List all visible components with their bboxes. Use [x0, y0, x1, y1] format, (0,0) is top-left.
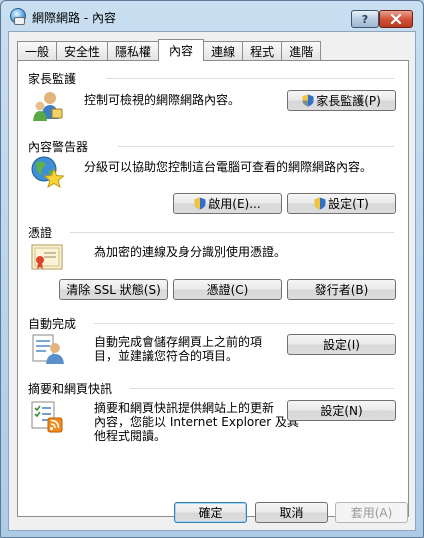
- advisor-settings-button-label: 設定(T): [328, 197, 369, 211]
- autocomplete-description-line1: 自動完成會儲存網頁上之前的項: [94, 335, 263, 349]
- tab-content[interactable]: 內容: [158, 39, 205, 61]
- certificates-button[interactable]: 憑證(C): [173, 279, 282, 300]
- tab-general[interactable]: 一般: [17, 41, 58, 60]
- content-advisor-settings-button[interactable]: 設定(T): [287, 193, 396, 214]
- feeds-description-line1: 摘要和網頁快訊提供網站上的更新: [94, 401, 275, 415]
- feeds-icon: [31, 401, 63, 433]
- certificate-icon: [31, 244, 63, 270]
- content-advisor-description: 分級可以協助您控制這台電腦可查看的網際網路內容。: [84, 160, 373, 174]
- certificates-description: 為加密的連線及身分識別使用憑證。: [94, 245, 287, 259]
- feeds-description-line3: 他程式閱讀。: [94, 429, 167, 443]
- family-safety-icon: [33, 92, 63, 121]
- cancel-button[interactable]: 取消: [255, 502, 328, 523]
- title-bar[interactable]: 網際網路 - 內容 ?: [1, 1, 423, 31]
- section-divider: [106, 78, 394, 79]
- internet-globe-icon: [10, 8, 26, 25]
- dialog-client-area: 一般 安全性 隱私權 內容 連線 程式 進階 家長監護 控制可檢視的網際網路內容…: [8, 31, 416, 531]
- feeds-settings-button[interactable]: 設定(N): [287, 400, 396, 421]
- autocomplete-form-icon: [32, 334, 64, 364]
- uac-shield-icon: [194, 197, 206, 210]
- content-advisor-globe-star-icon: [31, 156, 64, 189]
- autocomplete-settings-button[interactable]: 設定(I): [287, 334, 396, 355]
- help-button[interactable]: ?: [351, 10, 379, 28]
- uac-shield-icon: [314, 197, 326, 210]
- section-divider: [118, 146, 394, 147]
- tab-connections[interactable]: 連線: [203, 41, 244, 60]
- enable-button-label: 啟用(E)...: [208, 197, 261, 211]
- section-divider: [70, 232, 394, 233]
- ok-button[interactable]: 確定: [174, 502, 247, 523]
- tab-advanced[interactable]: 進階: [281, 41, 322, 60]
- close-icon: [390, 14, 402, 24]
- tab-strip: 一般 安全性 隱私權 內容 連線 程式 進階: [17, 39, 322, 61]
- section-divider: [130, 388, 394, 389]
- close-button[interactable]: [379, 10, 413, 28]
- family-safety-button-label: 家長監護(P): [316, 94, 381, 108]
- certificates-heading: 憑證: [28, 226, 53, 240]
- autocomplete-description-line2: 目，並建議您符合的項目。: [94, 349, 239, 363]
- tab-privacy[interactable]: 隱私權: [107, 41, 160, 60]
- window-title: 網際網路 - 內容: [32, 11, 116, 25]
- content-tab-panel: 家長監護 控制可檢視的網際網路內容。 家長監護(P) 內容警告器 分級可以協助您…: [17, 60, 409, 517]
- tab-programs[interactable]: 程式: [242, 41, 283, 60]
- tab-security[interactable]: 安全性: [56, 41, 109, 60]
- uac-shield-icon: [302, 94, 314, 107]
- question-mark-icon: ?: [361, 12, 369, 26]
- feeds-heading: 摘要和網頁快訊: [28, 382, 113, 396]
- internet-options-window: 網際網路 - 內容 ? 一般 安全性 隱私權 內容 連線 程式 進階 家長監護: [0, 0, 424, 538]
- clear-ssl-state-button[interactable]: 清除 SSL 狀態(S): [59, 279, 168, 300]
- family-safety-heading: 家長監護: [28, 72, 77, 86]
- section-divider: [94, 323, 394, 324]
- content-advisor-heading: 內容警告器: [28, 140, 89, 154]
- family-safety-description: 控制可檢視的網際網路內容。: [84, 93, 241, 107]
- publishers-button[interactable]: 發行者(B): [287, 279, 396, 300]
- autocomplete-heading: 自動完成: [28, 317, 77, 331]
- content-advisor-enable-button[interactable]: 啟用(E)...: [173, 193, 282, 214]
- apply-button[interactable]: 套用(A): [335, 502, 408, 523]
- feeds-description-line2: 內容，您能以 Internet Explorer 及其: [94, 415, 300, 429]
- family-safety-button[interactable]: 家長監護(P): [287, 90, 396, 111]
